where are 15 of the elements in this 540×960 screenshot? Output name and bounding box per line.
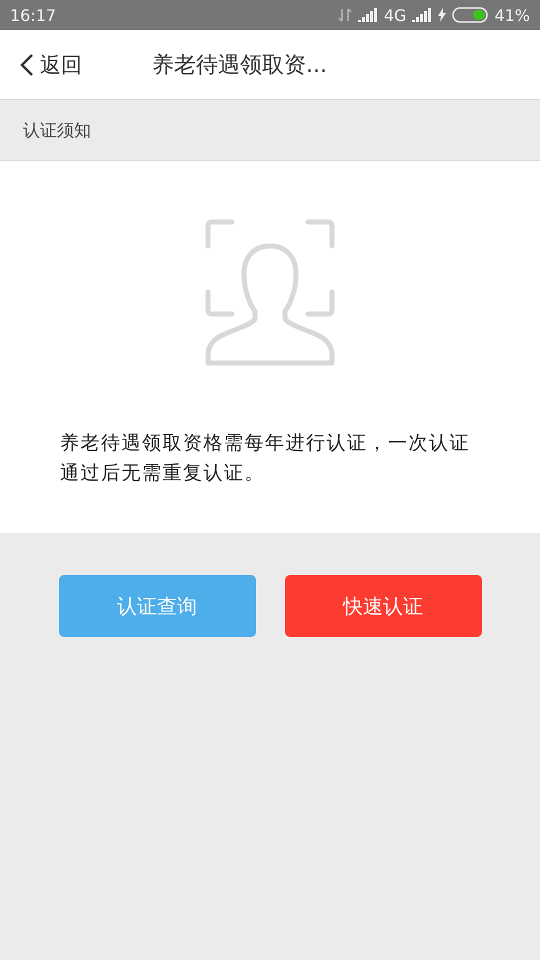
query-button[interactable]: 认证查询 bbox=[58, 575, 256, 637]
signal-icon bbox=[412, 8, 432, 22]
chevron-left-icon bbox=[20, 52, 34, 76]
section-title: 认证须知 bbox=[23, 120, 91, 142]
signal-icon bbox=[358, 8, 378, 22]
quick-verify-button[interactable]: 快速认证 bbox=[284, 575, 482, 637]
network-type: 4G bbox=[384, 6, 406, 24]
battery-icon bbox=[452, 7, 488, 23]
notice-text: 养老待遇领取资格需每年进行认证，一次认证通过后无需重复认证。 bbox=[60, 431, 471, 486]
page-title: 养老待遇领取资... bbox=[152, 52, 327, 80]
clock: 16:17 bbox=[10, 6, 56, 24]
battery-percent: 41% bbox=[494, 6, 530, 24]
charging-icon bbox=[438, 8, 446, 22]
data-arrows-icon bbox=[338, 7, 352, 23]
back-button[interactable]: 返回 bbox=[20, 50, 82, 78]
